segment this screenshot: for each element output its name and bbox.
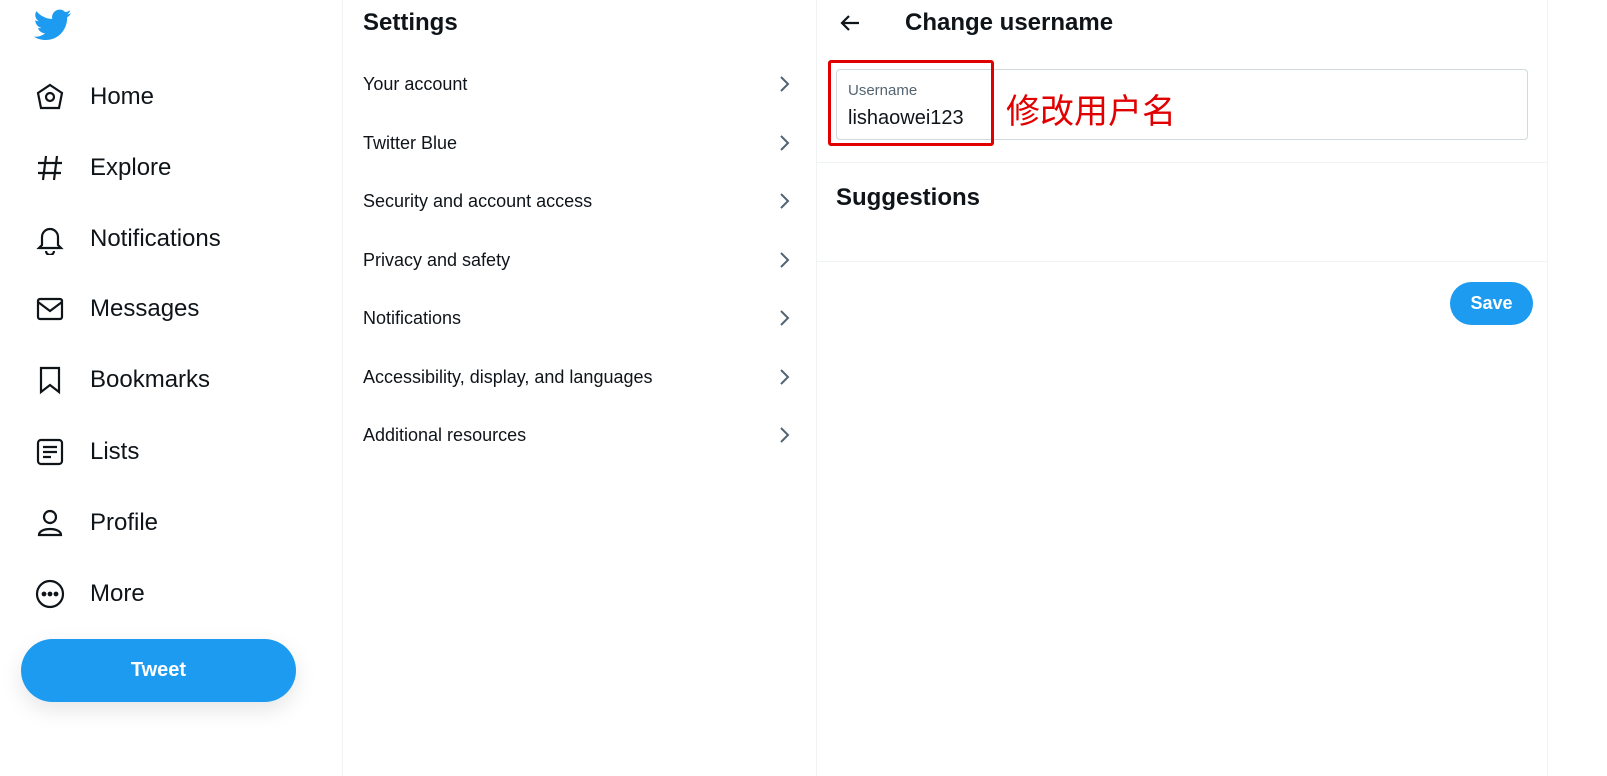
nav-label-bookmarks: Bookmarks [90,366,211,393]
settings-item-your-account[interactable]: Your account [343,55,816,113]
chevron-right-icon [780,427,790,443]
settings-title: Settings [363,9,458,36]
username-field[interactable]: Username [836,69,1528,140]
nav-item-home[interactable]: Home [34,72,154,122]
settings-item-additional-resources[interactable]: Additional resources [343,406,816,464]
settings-item-security[interactable]: Security and account access [343,172,816,230]
save-button[interactable]: Save [1450,282,1533,325]
nav-label-profile: Profile [90,509,159,536]
settings-item-label: Privacy and safety [363,249,511,270]
nav-label-lists: Lists [90,438,140,465]
hashtag-icon [34,152,66,184]
page-title: Change username [905,9,1114,36]
change-username-panel: Change username Username 修改用户名 Suggestio… [817,0,1548,776]
chevron-right-icon [780,310,790,326]
nav-item-more[interactable]: More [34,569,145,619]
nav-label-explore: Explore [90,154,172,181]
nav-item-bookmarks[interactable]: Bookmarks [34,355,210,405]
settings-item-privacy[interactable]: Privacy and safety [343,231,816,289]
settings-item-twitter-blue[interactable]: Twitter Blue [343,114,816,172]
nav-label-home: Home [90,83,155,110]
settings-item-label: Your account [363,73,468,94]
divider [817,261,1548,262]
bookmark-icon [34,364,66,396]
tweet-button[interactable]: Tweet [21,639,296,702]
chevron-right-icon [780,193,790,209]
settings-item-label: Additional resources [363,424,527,445]
username-field-label: Username [848,82,918,99]
back-arrow-icon[interactable] [837,10,863,36]
nav-item-lists[interactable]: Lists [34,427,139,477]
list-icon [34,436,66,468]
bell-icon [34,223,66,255]
nav-item-explore[interactable]: Explore [34,143,171,193]
chevron-right-icon [780,76,790,92]
settings-panel: Settings Your account Twitter Blue Secur… [342,0,817,776]
home-icon [34,81,66,113]
settings-item-accessibility[interactable]: Accessibility, display, and languages [343,348,816,406]
settings-item-label: Notifications [363,307,462,328]
envelope-icon [34,293,66,325]
chevron-right-icon [780,369,790,385]
nav-item-profile[interactable]: Profile [34,498,158,548]
nav-label-more: More [90,580,145,607]
nav-item-messages[interactable]: Messages [34,284,199,334]
suggestions-title: Suggestions [836,184,981,211]
person-icon [34,507,66,539]
settings-item-label: Security and account access [363,190,593,211]
nav-item-notifications[interactable]: Notifications [34,214,221,264]
chevron-right-icon [780,252,790,268]
settings-item-label: Accessibility, display, and languages [363,366,653,387]
divider [817,162,1548,163]
nav-label-messages: Messages [90,295,200,322]
settings-item-label: Twitter Blue [363,132,458,153]
twitter-bird-icon[interactable] [33,6,72,44]
nav-label-notifications: Notifications [90,225,221,252]
annotation-text: 修改用户名 [1006,92,1176,132]
chevron-right-icon [780,135,790,151]
more-circle-icon [34,578,66,610]
left-navigation: Home Explore Notifications Messages Book… [0,0,342,776]
settings-item-notifications[interactable]: Notifications [343,289,816,347]
